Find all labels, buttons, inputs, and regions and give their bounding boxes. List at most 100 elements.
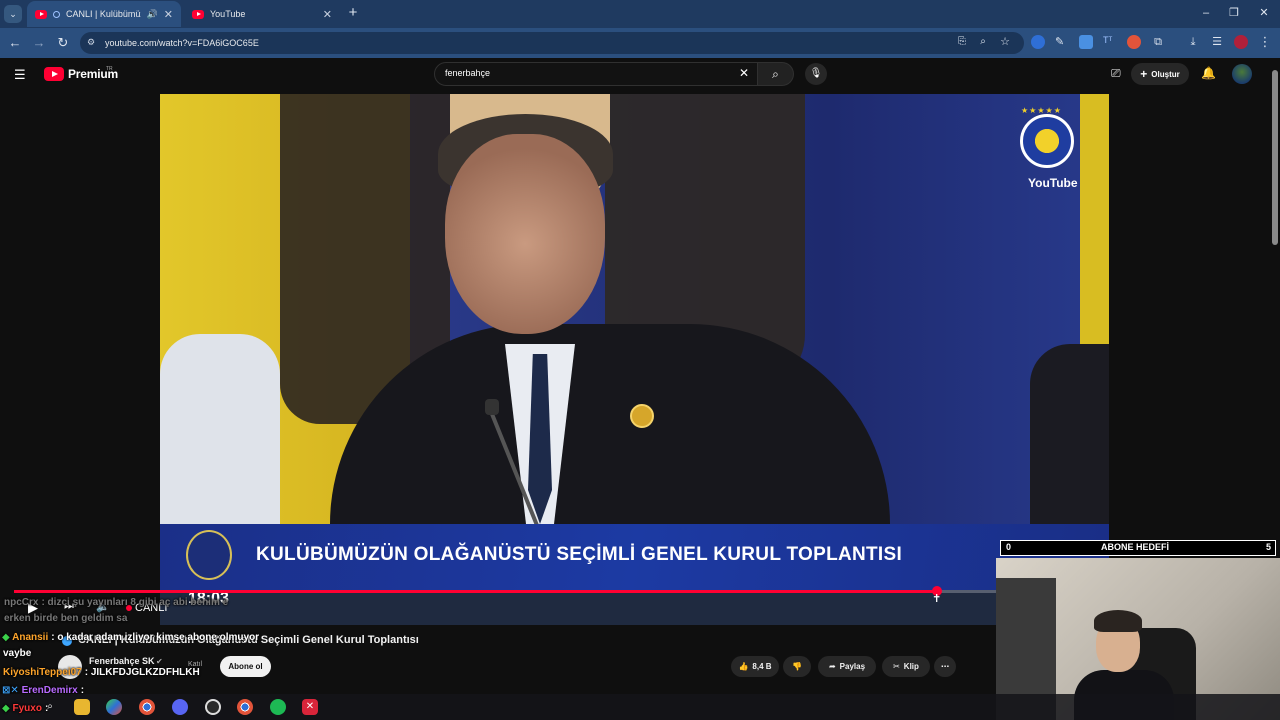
thumbs-up-icon: 👍 [738, 662, 749, 671]
chat-message: ◆ Fyuxo: [2, 703, 48, 714]
chat-text: : [44, 703, 49, 714]
video-microphone [485, 399, 499, 415]
chat-message: npcCrx: dizci şu yayınları 8 gibi aç abi… [4, 597, 228, 608]
search-value: fenerbahçe [445, 68, 491, 78]
taskbar-x-app-icon[interactable]: ✕ [302, 699, 318, 715]
account-avatar[interactable] [1232, 64, 1252, 84]
new-tab-icon[interactable]: + [344, 4, 362, 22]
close-window-button[interactable]: ✕ [1250, 4, 1278, 22]
create-button[interactable]: + Oluştur [1131, 63, 1189, 85]
goal-current: 0 [1006, 542, 1012, 552]
tab-title: CANLI | Kulübümüzün O [66, 9, 141, 19]
chat-text: erken birde ben geldim sa [4, 613, 128, 624]
video-person-right-edge [1030, 344, 1109, 534]
taskbar-obs-icon[interactable] [205, 699, 221, 715]
voice-search-icon[interactable]: 🎙 [805, 63, 827, 85]
scissors-icon: ✂ [893, 662, 900, 671]
bookmark-star-icon[interactable]: ☆ [996, 33, 1014, 51]
dislike-button[interactable]: 👎 [783, 656, 811, 677]
close-tab-icon[interactable]: ✕ [323, 8, 332, 21]
restore-button[interactable]: ❐ [1220, 4, 1248, 22]
banner-crest-icon [186, 530, 232, 580]
share-arrow-icon: ➦ [828, 662, 836, 671]
tab-title: YouTube [210, 9, 246, 19]
chat-username: Fyuxo [12, 703, 42, 714]
tab-youtube[interactable]: YouTube ✕ [184, 1, 340, 27]
youtube-favicon-icon [192, 9, 204, 19]
webcam-streamer-hair [1094, 610, 1142, 632]
clip-button[interactable]: ✂ Klip [882, 656, 930, 677]
share-label: Paylaş [839, 662, 866, 671]
page-scrollbar[interactable] [1272, 70, 1278, 245]
forward-icon[interactable]: → [30, 34, 48, 52]
subscribe-button[interactable]: Abone ol [220, 656, 271, 677]
more-icon: ⋯ [941, 662, 949, 671]
extensions-puzzle-icon[interactable]: ⧉ [1149, 33, 1167, 51]
speaker-icon[interactable]: 🔊 [147, 9, 158, 20]
download-icon[interactable]: ⤓ [1184, 33, 1202, 51]
chat-text: : JILKFDJGLKZDFHLKH [84, 667, 200, 678]
extension-shield-icon[interactable] [1031, 35, 1045, 49]
create-label: Oluştur [1151, 69, 1180, 79]
fenerbahce-crest-icon [1020, 114, 1074, 168]
taskbar-copilot-icon[interactable] [106, 699, 122, 715]
extension-translate-icon[interactable] [1079, 35, 1093, 49]
close-tab-icon[interactable]: ✕ [164, 8, 173, 21]
chrome-menu-icon[interactable]: ⋮ [1256, 33, 1274, 51]
extension-text-icon[interactable]: Tᵀ [1103, 35, 1117, 49]
taskbar-file-explorer-icon[interactable] [74, 699, 90, 715]
channel-name[interactable]: Fenerbahçe SK [89, 656, 155, 666]
chat-username: npcCrx [4, 597, 39, 608]
recording-icon [53, 10, 60, 18]
site-info-icon[interactable]: ⚙ [87, 37, 95, 48]
clear-search-icon[interactable]: ✕ [739, 66, 749, 80]
goal-target: 5 [1266, 542, 1272, 552]
extension-pen-icon[interactable]: ✎ [1055, 35, 1069, 49]
share-button[interactable]: ➦ Paylaş [818, 656, 876, 677]
thumbs-down-icon: 👎 [792, 662, 802, 671]
back-icon[interactable]: ← [6, 34, 24, 52]
region-code: TR [106, 66, 113, 72]
cast-icon[interactable]: ⎚ [1111, 66, 1121, 81]
video-person-left-edge [160, 334, 280, 534]
banner-title: KULÜBÜMÜZÜN OLAĞANÜSTÜ SEÇİMLİ GENEL KUR… [256, 544, 903, 565]
chat-message: ◆ Anansii: o kadar adam izliyor kimse ab… [2, 632, 259, 643]
search-button[interactable]: ⌕ [758, 62, 794, 86]
like-count: 8,4 B [752, 662, 772, 671]
search-icon: ⌕ [772, 67, 779, 81]
chat-message: vaybe [3, 648, 31, 659]
reading-list-icon[interactable]: ☰ [1208, 33, 1226, 51]
chat-text: : dizci şu yayınları 8 gibi aç abi benim… [41, 597, 229, 608]
taskbar-chrome-active-icon[interactable] [237, 699, 253, 715]
taskbar-chrome-icon[interactable] [139, 699, 155, 715]
chat-username: Anansii [12, 632, 49, 643]
reload-icon[interactable]: ↻ [54, 34, 72, 52]
taskbar-spotify-icon[interactable] [270, 699, 286, 715]
hamburger-menu-icon[interactable]: ☰ [14, 67, 26, 83]
chat-message: erken birde ben geldim sa [4, 613, 127, 624]
watermark-text: YouTube [1028, 176, 1078, 190]
video-lapel-pin [630, 404, 654, 428]
install-app-icon[interactable]: ⎘ [953, 33, 971, 51]
youtube-play-logo-icon [44, 67, 64, 81]
video-player[interactable]: ★★★★★ YouTube KULÜBÜMÜZÜN OLAĞANÜSTÜ SEÇ… [160, 94, 1109, 625]
notifications-bell-icon[interactable]: 🔔 [1201, 66, 1216, 80]
taskbar-discord-icon[interactable] [172, 699, 188, 715]
verified-badge-icon: ✔ [156, 657, 163, 666]
os-taskbar [0, 694, 1280, 720]
miniplayer-icon[interactable]: ✝ [932, 592, 941, 605]
url-text: youtube.com/watch?v=FDA6iGOC65E [105, 38, 259, 48]
chat-text: vaybe [3, 648, 32, 659]
tab-search-chevron-icon[interactable]: ⌄ [4, 5, 22, 23]
plus-icon: + [1140, 67, 1148, 81]
zoom-icon[interactable]: ⌕ [974, 33, 992, 51]
minimize-button[interactable]: – [1192, 4, 1220, 22]
progress-bar-fill [14, 590, 937, 593]
tab-live-stream[interactable]: CANLI | Kulübümüzün O 🔊 ✕ [27, 1, 181, 27]
chat-badge-icon: ◆ [2, 703, 10, 714]
like-button[interactable]: 👍 8,4 B [731, 656, 779, 677]
banner-bottom-strip [160, 590, 1109, 625]
extension-record-icon[interactable] [1127, 35, 1141, 49]
profile-avatar[interactable] [1234, 35, 1248, 49]
more-actions-button[interactable]: ⋯ [934, 656, 956, 677]
